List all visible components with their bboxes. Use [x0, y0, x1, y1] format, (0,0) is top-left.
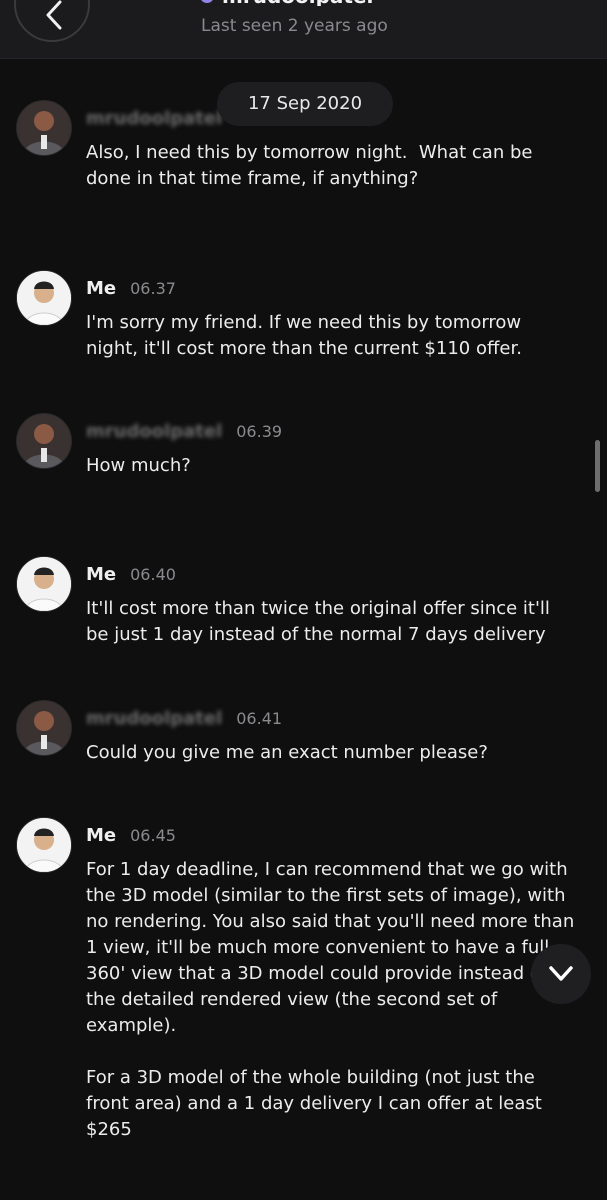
message-time: 06.37: [130, 279, 176, 298]
sender-name: Me: [86, 278, 117, 299]
sender-name: mrudoolpatel: [86, 708, 223, 729]
last-seen-status: Last seen 2 years ago: [201, 16, 388, 36]
sender-name: Me: [86, 564, 117, 585]
message-text: I'm sorry my friend. If we need this by …: [86, 312, 527, 359]
message-time: 06.40: [130, 565, 176, 584]
sender-name: Me: [86, 825, 117, 846]
avatar[interactable]: [16, 556, 72, 612]
avatar[interactable]: [16, 700, 72, 756]
message-time: 06.41: [236, 709, 283, 728]
message-text: For 1 day deadline, I can recommend that…: [86, 859, 575, 1140]
message-text: Also, I need this by tomorrow night. Wha…: [86, 142, 539, 189]
avatar[interactable]: [16, 413, 72, 469]
contact-title[interactable]: mrudoolpatel: [200, 0, 373, 6]
message-time: 06.39: [236, 422, 283, 441]
message-text: How much?: [86, 455, 191, 476]
scrollbar[interactable]: [595, 440, 600, 492]
avatar[interactable]: [16, 270, 72, 326]
message-time: 06.45: [130, 826, 176, 845]
back-button[interactable]: [14, 0, 90, 42]
avatar[interactable]: [16, 100, 72, 156]
chat-header: mrudoolpatel Last seen 2 years ago: [0, 0, 607, 59]
message-text: It'll cost more than twice the original …: [86, 598, 556, 645]
scroll-to-bottom-button[interactable]: [531, 944, 591, 1004]
chevron-left-icon: [46, 0, 62, 30]
sender-name: mrudoolpatel: [86, 108, 223, 129]
status-dot-icon: [200, 0, 214, 3]
message-text: Could you give me an exact number please…: [86, 742, 488, 763]
sender-name: mrudoolpatel: [86, 421, 223, 442]
contact-name: mrudoolpatel: [222, 0, 373, 6]
date-separator: 17 Sep 2020: [217, 82, 393, 126]
avatar[interactable]: [16, 817, 72, 873]
chevron-down-icon: [549, 966, 573, 981]
